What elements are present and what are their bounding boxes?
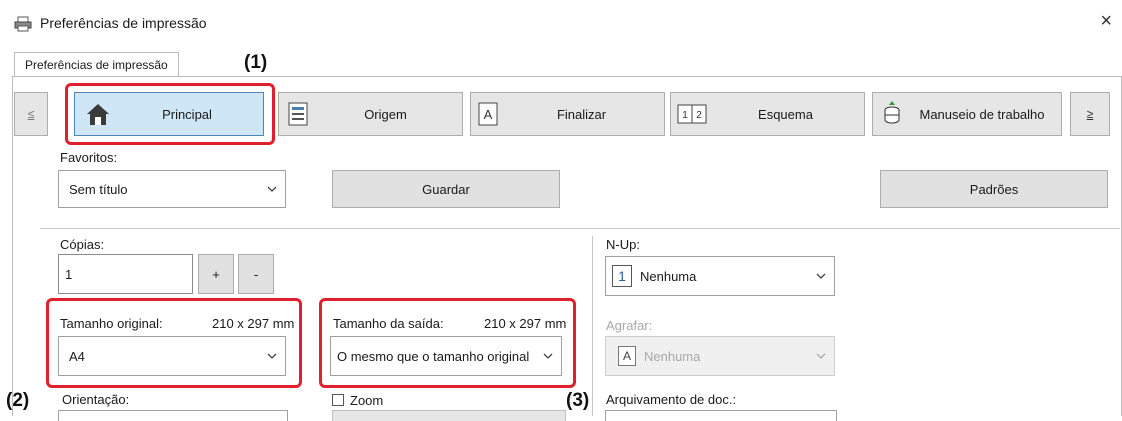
tamanho-saida-value: O mesmo que o tamanho original <box>337 348 530 364</box>
favoritos-value: Sem título <box>69 181 128 197</box>
copias-label: Cópias: <box>60 237 105 252</box>
padroes-label: Padrões <box>969 181 1019 197</box>
nav-prev-symbol: ≤ <box>27 107 35 121</box>
tab-finalizar-label: Finalizar <box>556 106 607 122</box>
printer-icon <box>14 16 32 32</box>
tab-esquema-label: Esquema <box>758 106 813 122</box>
svg-text:2: 2 <box>696 110 702 121</box>
nav-next-symbol: ≥ <box>1086 107 1094 121</box>
tamanho-original-select[interactable]: A4 <box>58 336 286 376</box>
nup-icon: 1 <box>612 265 632 287</box>
zoom-label: Zoom <box>350 393 384 408</box>
copias-plus-button[interactable]: + <box>198 254 234 294</box>
finishing-icon: A <box>478 102 498 126</box>
callout-2: (2) <box>6 390 30 411</box>
tab-origem-label: Origem <box>364 106 407 122</box>
staple-icon: A <box>618 346 636 366</box>
tamanho-original-label: Tamanho original: <box>60 316 163 331</box>
layout-icon: 1 2 <box>677 104 707 124</box>
agrafar-label: Agrafar: <box>606 318 653 333</box>
copias-minus-button[interactable]: - <box>238 254 274 294</box>
close-icon[interactable]: × <box>1100 10 1112 33</box>
tab-manuseio-trabalho[interactable]: Manuseio de trabalho <box>872 92 1062 136</box>
guardar-button[interactable]: Guardar <box>332 170 560 208</box>
tab-esquema[interactable]: 1 2 Esquema <box>670 92 865 136</box>
tamanho-saida-select[interactable]: O mesmo que o tamanho original <box>330 336 562 376</box>
copias-plus-symbol: + <box>212 266 220 282</box>
nup-select[interactable]: 1 Nenhuma <box>605 256 835 296</box>
tamanho-original-value: A4 <box>69 348 85 364</box>
agrafar-value: Nenhuma <box>644 348 701 364</box>
callout-3: (3) <box>566 390 590 411</box>
chevron-down-icon <box>816 273 826 279</box>
job-handling-icon <box>884 101 900 124</box>
favoritos-select[interactable]: Sem título <box>58 170 286 208</box>
nup-value: Nenhuma <box>640 268 697 284</box>
tab-origem[interactable]: Origem <box>278 92 463 136</box>
chevron-down-icon <box>267 186 277 192</box>
window-title: Preferências de impressão <box>40 15 207 31</box>
copias-minus-symbol: - <box>253 266 259 282</box>
chevron-down-icon <box>267 353 277 359</box>
tamanho-saida-label: Tamanho da saída: <box>333 316 444 331</box>
zoom-checkbox[interactable] <box>332 394 344 406</box>
section-divider <box>40 228 1120 229</box>
column-divider <box>592 236 593 416</box>
orientacao-label: Orientação: <box>62 392 130 407</box>
callout-1: (1) <box>244 52 268 73</box>
copias-input[interactable]: 1 <box>58 254 193 294</box>
agrafar-select[interactable]: A Nenhuma <box>605 336 835 376</box>
copias-value: 1 <box>65 266 73 282</box>
nav-next-button[interactable]: ≥ <box>1070 92 1110 136</box>
padroes-button[interactable]: Padrões <box>880 170 1108 208</box>
tab-manuseio-label: Manuseio de trabalho <box>919 106 1045 122</box>
chevron-down-icon <box>816 353 826 359</box>
nup-label: N-Up: <box>606 237 640 252</box>
paper-source-icon <box>288 102 308 126</box>
tab-preferencias[interactable]: Preferências de impressão <box>14 52 179 78</box>
favoritos-label: Favoritos: <box>60 150 118 165</box>
arquivamento-label: Arquivamento de doc.: <box>606 392 737 407</box>
tamanho-saida-dims: 210 x 297 mm <box>484 316 567 331</box>
highlight-principal <box>65 83 275 145</box>
svg-text:1: 1 <box>682 110 688 121</box>
chevron-down-icon <box>543 353 553 359</box>
svg-text:A: A <box>484 107 493 122</box>
guardar-label: Guardar <box>422 181 470 197</box>
tamanho-original-dims: 210 x 297 mm <box>212 316 295 331</box>
nav-prev-button[interactable]: ≤ <box>14 92 48 136</box>
tab-finalizar[interactable]: A Finalizar <box>470 92 665 136</box>
